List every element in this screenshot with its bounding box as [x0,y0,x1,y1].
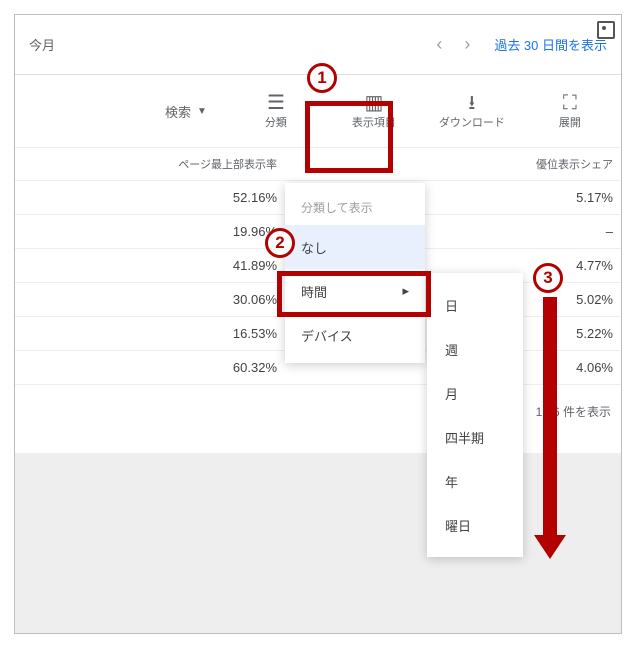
expand-button[interactable]: ⛶ 展開 [531,81,609,141]
download-icon: ⭳ [468,92,475,114]
col-share[interactable]: 優位表示シェア [481,156,621,172]
expand-label: 展開 [559,114,581,130]
segment-label: 分類 [265,114,287,130]
cell-top-rate: 16.53% [15,326,295,341]
cell-top-rate: 41.89% [15,258,295,273]
chevron-left-icon[interactable]: ‹ [436,34,442,55]
menu-item-label: デバイス [301,326,353,345]
segment-menu-header: 分類して表示 [285,189,425,225]
annotation-2: 2 [265,228,295,258]
chevron-right-icon[interactable]: › [464,34,470,55]
cell-top-rate: 19.96% [15,224,295,239]
time-submenu-month[interactable]: 月 [427,371,523,415]
time-submenu-year[interactable]: 年 [427,459,523,503]
menu-item-label: なし [301,238,327,257]
segment-icon: ☰ [267,92,285,114]
last-30-days-link[interactable]: 過去 30 日間を表示 [494,35,607,54]
time-submenu-week[interactable]: 週 [427,327,523,371]
time-submenu: 日 週 月 四半期 年 曜日 [427,273,523,557]
search-dropdown[interactable]: 検索 ▼ [165,102,207,121]
annotation-1: 1 [307,63,337,93]
expand-icon: ⛶ [563,92,577,114]
annotation-arrow-down [543,297,557,537]
time-submenu-quarter[interactable]: 四半期 [427,415,523,459]
cell-share: – [481,224,621,239]
annotation-box-time [277,271,431,317]
time-submenu-day[interactable]: 日 [427,283,523,327]
cell-top-rate: 60.32% [15,360,295,375]
cell-top-rate: 52.16% [15,190,295,205]
empty-area [15,453,621,633]
annotation-box-segment [305,101,393,173]
download-button[interactable]: ⭳ ダウンロード [433,81,511,141]
cell-share: 5.17% [481,190,621,205]
save-report-icon[interactable] [597,21,615,39]
chevron-down-icon: ▼ [197,106,207,117]
segment-menu-none[interactable]: なし [285,225,425,269]
row-count-footer: 1 - 6 件を表示 [15,385,621,438]
time-submenu-weekday[interactable]: 曜日 [427,503,523,547]
report-panel: 今月 ‹ › 過去 30 日間を表示 検索 ▼ ☰ 分類 ▥ 表示項目 [14,14,622,634]
date-pager: ‹ › [436,34,470,55]
col-top-rate[interactable]: ページ最上部表示率 [15,156,295,172]
download-label: ダウンロード [439,114,505,130]
cell-top-rate: 30.06% [15,292,295,307]
annotation-3: 3 [533,263,563,293]
segment-menu-device[interactable]: デバイス [285,313,425,357]
segment-button[interactable]: ☰ 分類 [237,81,315,141]
search-label: 検索 [165,102,191,121]
date-period[interactable]: 今月 [29,35,55,54]
